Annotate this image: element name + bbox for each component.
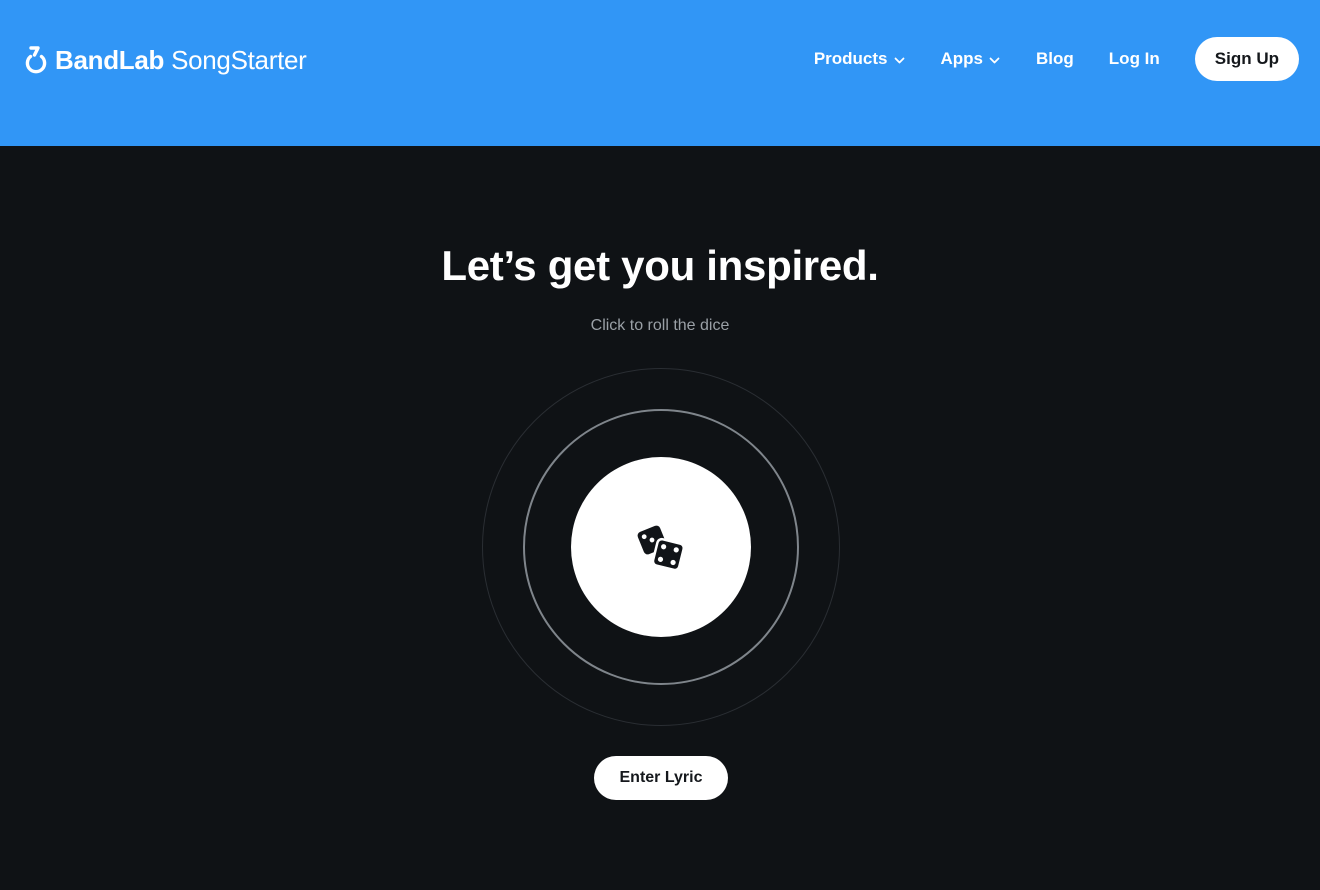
chevron-down-icon	[989, 57, 1000, 63]
bandlab-logo-icon	[25, 46, 47, 74]
logo-brand: BandLab	[55, 44, 165, 75]
bandlab-songstarter-logo[interactable]: BandLab SongStarter	[23, 43, 307, 77]
nav-products-dropdown[interactable]: Products	[814, 49, 905, 69]
songstarter-main: Let’s get you inspired. Click to roll th…	[0, 146, 1320, 890]
roll-dice-button[interactable]	[571, 457, 751, 637]
nav-login-link[interactable]: Log In	[1109, 49, 1160, 69]
nav-blog-link[interactable]: Blog	[1036, 49, 1074, 69]
page-subtitle: Click to roll the dice	[590, 317, 730, 334]
nav-apps-label: Apps	[940, 49, 984, 68]
page-title: Let’s get you inspired.	[441, 242, 879, 289]
dice-icon	[637, 525, 686, 572]
signup-button[interactable]: Sign Up	[1194, 37, 1299, 81]
enter-lyric-button[interactable]: Enter Lyric	[594, 756, 728, 800]
nav-products-label: Products	[813, 49, 888, 68]
logo-text: BandLab SongStarter	[55, 45, 307, 76]
logo-product: SongStarter	[171, 44, 307, 75]
main-nav: Products Apps Blog Log In Sign Up	[814, 37, 1299, 81]
nav-apps-dropdown[interactable]: Apps	[941, 49, 1001, 69]
chevron-down-icon	[894, 57, 904, 63]
site-header: BandLab SongStarter Products Apps Blog L…	[0, 0, 1320, 146]
